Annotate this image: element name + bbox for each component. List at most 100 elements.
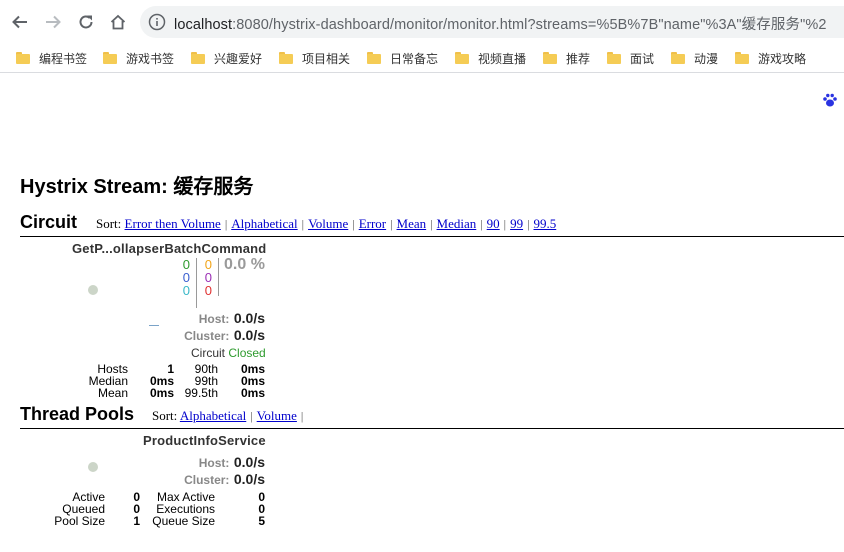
threadpool-divider <box>20 428 844 429</box>
bookmark-item[interactable]: 面试 <box>607 49 654 67</box>
url-text[interactable]: localhost:8080/hystrix-dashboard/monitor… <box>174 13 826 34</box>
bookmark-item[interactable]: 游戏攻略 <box>735 49 806 67</box>
pool-cluster-rate: Cluster: 0.0/s <box>150 471 265 489</box>
folder-icon <box>191 52 205 64</box>
cluster-rate-label: Cluster: <box>184 473 230 487</box>
command-name: GetP...ollapserBatchCommand <box>72 241 267 256</box>
separator: | <box>430 217 433 231</box>
cluster-rate-value: 0.0/s <box>233 327 265 343</box>
url-path: :8080/hystrix-dashboard/monitor/monitor.… <box>232 17 827 33</box>
host-rate-label: Host: <box>198 312 230 326</box>
sort-99-5-link[interactable]: 99.5 <box>533 216 556 231</box>
arrow-right-icon <box>46 15 61 29</box>
sort-alphabetical-link[interactable]: Alphabetical <box>231 216 297 231</box>
separator: | <box>390 217 393 231</box>
separator: | <box>301 217 305 231</box>
folder-icon <box>735 52 749 64</box>
host-rate: Host: 0.0/s <box>150 310 265 328</box>
circuit-status-label: Circuit <box>191 346 226 360</box>
home-icon <box>110 14 126 30</box>
bookmark-label: 兴趣爱好 <box>214 51 263 66</box>
baidu-paw-icon[interactable] <box>822 92 838 108</box>
circuit-sort-bar: Sort: Error then Volume | Alphabetical | Vol… <box>96 216 556 232</box>
separator: | <box>300 409 304 423</box>
back-button[interactable] <box>8 10 32 34</box>
threadpool-section-title: Thread Pools <box>20 404 135 424</box>
bookmark-label: 项目相关 <box>302 51 351 66</box>
circuit-divider <box>20 236 844 237</box>
arrow-left-icon <box>12 15 27 29</box>
folder-icon <box>543 52 557 64</box>
circuit-section-title: Circuit <box>20 212 78 232</box>
page-title: Hystrix Stream: 缓存服务 <box>20 176 254 198</box>
bookmark-label: 推荐 <box>566 51 591 66</box>
bookmark-label: 动漫 <box>694 51 719 66</box>
pool-stat-label: Queue Size <box>152 514 215 528</box>
sort-mean-link[interactable]: Mean <box>397 216 427 231</box>
bookmark-label: 游戏书签 <box>126 51 175 66</box>
pool-sort-alphabetical-link[interactable]: Alphabetical <box>180 408 246 423</box>
bookmark-item[interactable]: 游戏书签 <box>103 49 174 67</box>
pool-stat-value: 5 <box>258 514 265 528</box>
pool-stat-label: Pool Size <box>54 514 105 528</box>
browser-toolbar: localhost:8080/hystrix-dashboard/monitor… <box>0 0 844 44</box>
count-divider <box>196 258 197 308</box>
bad-request-count: 0 <box>176 284 190 298</box>
pool-health-circle <box>88 462 98 472</box>
sort-volume-link[interactable]: Volume <box>308 216 348 231</box>
health-circle <box>88 285 98 295</box>
bookmark-item[interactable]: 日常备忘 <box>367 49 438 67</box>
percentile-value: 0ms <box>240 386 265 400</box>
separator: | <box>352 217 355 231</box>
bookmark-item[interactable]: 兴趣爱好 <box>191 49 262 67</box>
folder-icon <box>103 52 117 64</box>
cluster-rate: Cluster: 0.0/s <box>150 327 265 345</box>
sort-90-link[interactable]: 90 <box>487 216 500 231</box>
pool-name: ProductInfoService <box>143 433 266 448</box>
folder-icon <box>16 52 30 64</box>
folder-icon <box>671 52 685 64</box>
cluster-rate-label: Cluster: <box>184 329 230 343</box>
error-percentage: 0.0 % <box>224 256 265 273</box>
bookmark-item[interactable]: 动漫 <box>671 49 718 67</box>
sort-99-link[interactable]: 99 <box>510 216 523 231</box>
bookmarks-bar: 编程书签 游戏书签 兴趣爱好 项目相关 日常备忘 视频直播 推荐 面试 动漫 游… <box>0 44 844 107</box>
address-bar[interactable]: localhost:8080/hystrix-dashboard/monitor… <box>140 6 844 38</box>
bookmark-item[interactable]: 编程书签 <box>16 49 87 67</box>
folder-icon <box>367 52 381 64</box>
failure-count: 0 <box>198 284 212 298</box>
pool-host-rate: Host: 0.0/s <box>150 454 265 472</box>
folder-icon <box>279 52 293 64</box>
sort-label: Sort: <box>96 216 122 231</box>
bookmark-label: 日常备忘 <box>390 51 439 66</box>
bookmark-item[interactable]: 视频直播 <box>455 49 526 67</box>
circuit-status-value: Closed <box>228 346 266 360</box>
sort-error-then-volume-link[interactable]: Error then Volume <box>125 216 221 231</box>
reload-button[interactable] <box>74 10 98 34</box>
cluster-rate-value: 0.0/s <box>233 471 265 487</box>
bookmark-label: 游戏攻略 <box>758 51 807 66</box>
sort-label: Sort: <box>152 408 178 423</box>
failure-count-value: 0 <box>204 283 212 298</box>
separator: | <box>480 217 483 231</box>
folder-icon <box>455 52 469 64</box>
sort-error-link[interactable]: Error <box>359 216 386 231</box>
count-divider <box>218 258 219 296</box>
forward-button[interactable] <box>41 10 65 34</box>
threadpool-sort-bar: Sort: Alphabetical | Volume | <box>152 408 307 424</box>
home-button[interactable] <box>106 10 130 34</box>
bookmark-item[interactable]: 推荐 <box>543 49 590 67</box>
host-rate-label: Host: <box>198 456 230 470</box>
separator: | <box>224 217 228 231</box>
bookmark-item[interactable]: 项目相关 <box>279 49 350 67</box>
folder-icon <box>607 52 621 64</box>
stat-label: Mean <box>97 386 128 400</box>
bad-request-count-value: 0 <box>182 283 190 298</box>
pool-sort-volume-link[interactable]: Volume <box>257 408 297 423</box>
info-icon[interactable] <box>148 13 166 31</box>
bookmark-label: 编程书签 <box>39 51 88 66</box>
pool-stat-value: 1 <box>133 514 140 528</box>
reload-icon <box>79 15 93 29</box>
bookmark-label: 视频直播 <box>478 51 527 66</box>
sort-median-link[interactable]: Median <box>437 216 477 231</box>
